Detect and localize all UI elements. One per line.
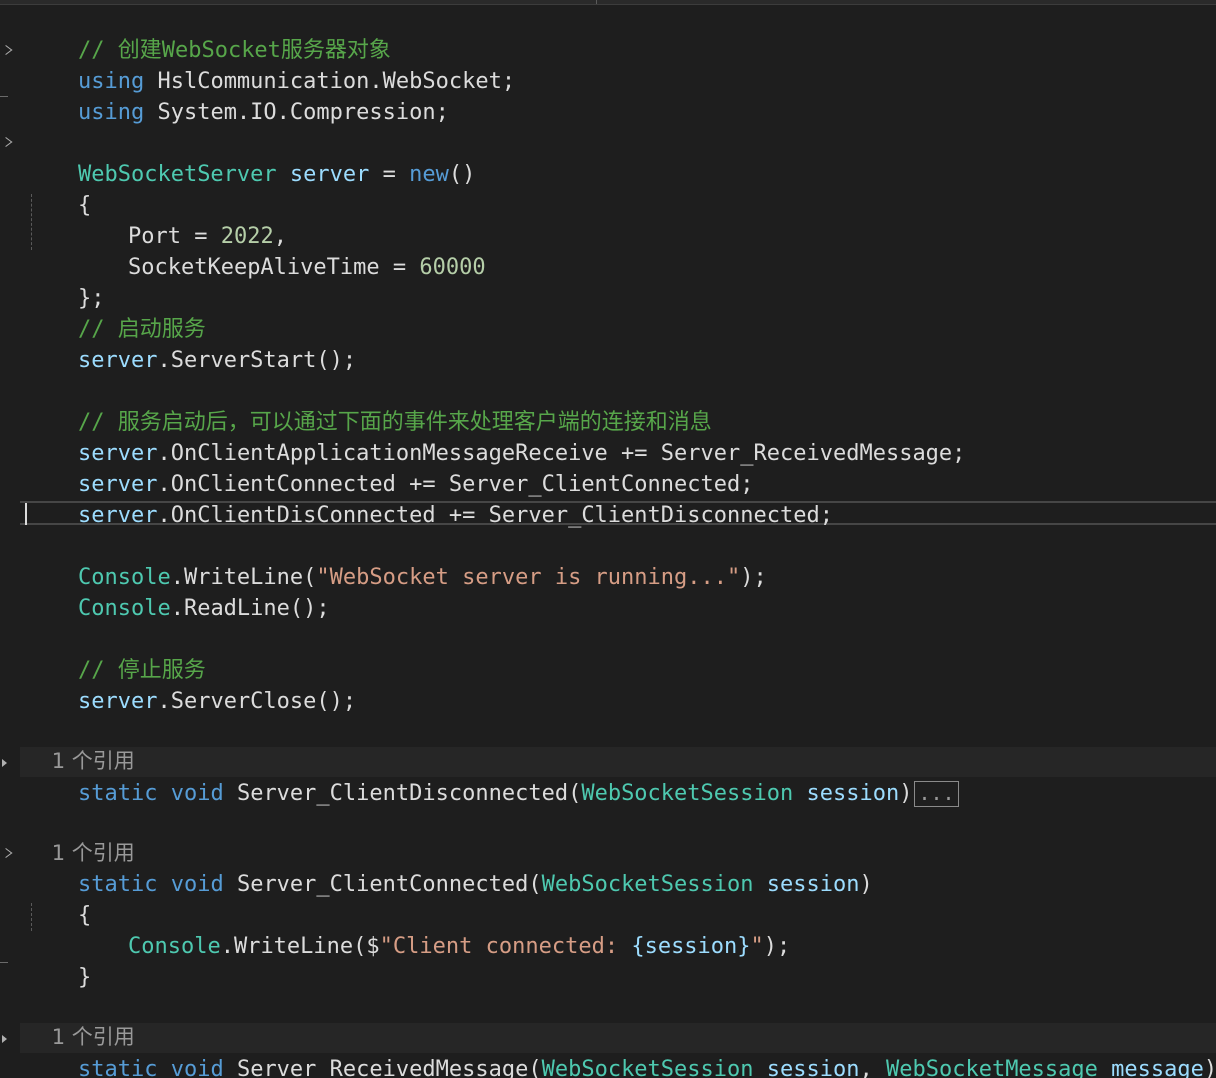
- fold-gutter: [0, 0, 18, 1078]
- code-line[interactable]: static void Server_ClientDisconnected(We…: [25, 747, 959, 807]
- type-name: WebSocketSession: [581, 781, 794, 806]
- variable: server: [77, 348, 158, 373]
- code-line[interactable]: Console.WriteLine($"Client connected: {s…: [75, 900, 790, 959]
- keyword: void: [157, 1057, 224, 1078]
- fold-end-marker: [0, 962, 8, 963]
- operator: =: [369, 162, 410, 187]
- string-literal: ": [750, 934, 764, 959]
- code-line[interactable]: // 启动服务: [25, 283, 206, 342]
- codelens-references[interactable]: 1 个引用: [25, 715, 135, 773]
- variable: server: [77, 689, 158, 714]
- code-line[interactable]: WebSocketServer server = new(): [25, 128, 475, 187]
- type-name: Console: [77, 596, 171, 621]
- code-text: ): [1203, 1057, 1216, 1078]
- code-line[interactable]: // 创建WebSocket服务器对象: [25, 4, 391, 63]
- code-text: .ServerClose();: [157, 689, 357, 714]
- keyword: static: [77, 781, 158, 806]
- property: SocketKeepAliveTime: [127, 255, 380, 280]
- keyword: static: [77, 1057, 158, 1078]
- code-line[interactable]: };: [25, 252, 105, 311]
- type-name: WebSocketSession: [541, 872, 754, 897]
- keyword: using: [77, 100, 145, 125]
- variable: server: [276, 162, 370, 187]
- fold-expanded-icon[interactable]: [2, 849, 10, 859]
- code-line[interactable]: static void Server_ReceivedMessage(WebSo…: [25, 1023, 1216, 1078]
- ruler-tick: [596, 0, 597, 4]
- code-line[interactable]: using HslCommunication.WebSocket;: [25, 35, 515, 94]
- code-text: (): [448, 162, 476, 187]
- codelens-references[interactable]: 1 个引用: [25, 807, 135, 865]
- method-name: Server_ClientDisconnected(: [223, 781, 582, 806]
- interpolation: {session}: [631, 934, 751, 959]
- code-line[interactable]: {: [25, 869, 91, 928]
- method-name: Server_ReceivedMessage(: [223, 1057, 542, 1078]
- code-text: .ServerStart();: [157, 348, 357, 373]
- string-literal: "WebSocket server is running...": [316, 565, 741, 590]
- code-line[interactable]: // 停止服务: [25, 624, 206, 683]
- code-text: .ReadLine();: [170, 596, 330, 621]
- code-text: );: [740, 565, 767, 590]
- keyword: new: [409, 162, 449, 187]
- code-line[interactable]: server.OnClientDisConnected += Server_Cl…: [25, 469, 833, 528]
- type-name: WebSocketSession: [541, 1057, 754, 1078]
- code-line[interactable]: Console.ReadLine();: [25, 562, 330, 621]
- fold-expanded-icon[interactable]: [2, 46, 10, 56]
- code-text: ): [859, 872, 873, 897]
- code-line[interactable]: }: [25, 931, 91, 990]
- code-line[interactable]: server.OnClientConnected += Server_Clien…: [25, 438, 754, 497]
- type-name: WebSocketServer: [77, 162, 277, 187]
- parameter: message: [1097, 1057, 1204, 1078]
- code-text: ): [899, 781, 913, 806]
- variable: server: [77, 503, 158, 528]
- code-line[interactable]: {: [25, 159, 91, 218]
- code-line[interactable]: server.ServerClose();: [25, 655, 356, 714]
- code-line[interactable]: Port = 2022,: [75, 190, 287, 249]
- fold-collapsed-icon[interactable]: [2, 1033, 10, 1043]
- code-text: );: [763, 934, 791, 959]
- code-text: .WriteLine($: [220, 934, 380, 959]
- type-name: WebSocketMessage: [885, 1057, 1098, 1078]
- fold-expanded-icon[interactable]: [2, 138, 10, 148]
- code-line[interactable]: static void Server_ClientConnected(WebSo…: [25, 838, 873, 897]
- code-line[interactable]: using System.IO.Compression;: [25, 66, 449, 125]
- code-text: ,: [859, 1057, 886, 1078]
- collapsed-region-button[interactable]: ...: [914, 781, 959, 807]
- code-editor[interactable]: // 创建WebSocket服务器对象 using HslCommunicati…: [0, 0, 1216, 1078]
- code-text: .OnClientDisConnected += Server_ClientDi…: [157, 503, 833, 528]
- parameter: session: [753, 1057, 860, 1078]
- type-name: Console: [127, 934, 221, 959]
- code-text: System.IO.Compression;: [144, 100, 449, 125]
- fold-end-marker: [0, 96, 8, 97]
- code-line[interactable]: // 服务启动后，可以通过下面的事件来处理客户端的连接和消息: [25, 376, 712, 435]
- code-line[interactable]: server.OnClientApplicationMessageReceive…: [25, 407, 965, 466]
- code-line[interactable]: server.ServerStart();: [25, 314, 356, 373]
- brace: }: [77, 965, 92, 990]
- parameter: session: [793, 781, 900, 806]
- operator: =: [379, 255, 420, 280]
- string-literal: "Client connected:: [379, 934, 632, 959]
- code-line[interactable]: Console.WriteLine("WebSocket server is r…: [25, 531, 767, 590]
- codelens-references[interactable]: 1 个引用: [25, 991, 135, 1049]
- keyword: void: [157, 872, 224, 897]
- number: 60000: [419, 255, 486, 280]
- keyword: void: [157, 781, 224, 806]
- fold-collapsed-icon[interactable]: [2, 757, 10, 767]
- method-name: Server_ClientConnected(: [223, 872, 542, 897]
- code-line[interactable]: SocketKeepAliveTime = 60000: [75, 221, 486, 280]
- parameter: session: [753, 872, 860, 897]
